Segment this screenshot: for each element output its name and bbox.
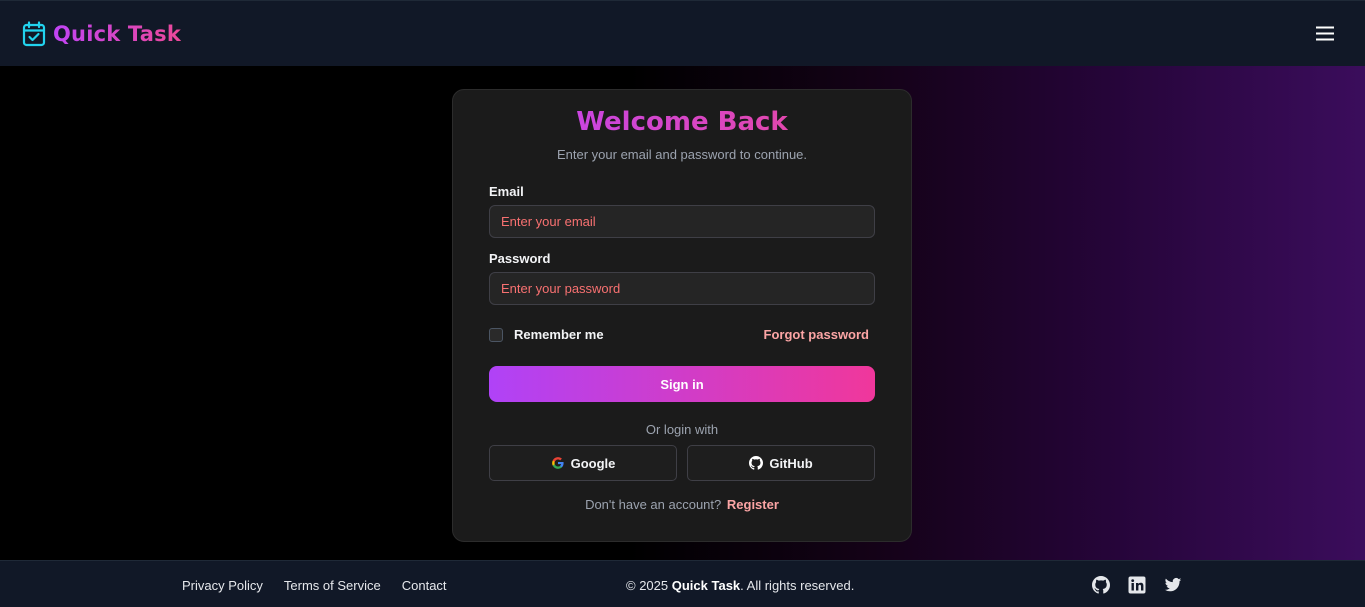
twitter-icon[interactable] — [1164, 576, 1182, 594]
email-field[interactable] — [489, 205, 875, 238]
no-account-text: Don't have an account? — [585, 497, 722, 512]
page-subtitle: Enter your email and password to continu… — [556, 147, 808, 162]
calendar-check-icon — [22, 20, 46, 46]
brand-name: Quick Task — [53, 21, 181, 46]
contact-link[interactable]: Contact — [402, 578, 447, 593]
google-login-button[interactable]: Google — [489, 445, 677, 481]
social-login: Google GitHub — [489, 445, 875, 481]
remember-checkbox[interactable] — [489, 327, 503, 342]
password-label: Password — [489, 251, 551, 266]
register-row: Don't have an account? Register — [489, 497, 875, 512]
login-card: Welcome Back Enter your email and passwo… — [452, 89, 912, 542]
top-navbar: Quick Task — [0, 0, 1365, 66]
page-title: Welcome Back — [489, 106, 875, 138]
forgot-password-link[interactable]: Forgot password — [764, 327, 869, 342]
hamburger-menu-icon[interactable] — [1313, 22, 1337, 46]
remember-row: Remember me Forgot password — [489, 327, 875, 342]
sign-in-button[interactable]: Sign in — [489, 366, 875, 402]
brand[interactable]: Quick Task — [22, 20, 181, 47]
password-field[interactable] — [489, 272, 875, 305]
github-icon[interactable] — [1092, 576, 1110, 594]
register-link[interactable]: Register — [727, 497, 779, 512]
linkedin-icon[interactable] — [1128, 576, 1146, 594]
email-label: Email — [489, 184, 524, 199]
remember-label: Remember me — [514, 327, 604, 342]
google-label: Google — [570, 455, 616, 471]
or-login-with: Or login with — [645, 422, 719, 437]
copyright-suffix: . All rights reserved. — [740, 578, 855, 593]
remember-me: Remember me — [489, 327, 604, 342]
main-content: Welcome Back Enter your email and passwo… — [0, 66, 1365, 560]
github-icon — [749, 456, 764, 470]
copyright-brand: Quick Task — [671, 578, 741, 593]
footer: Privacy Policy Terms of Service Contact … — [0, 560, 1365, 607]
footer-social-icons — [1092, 576, 1182, 594]
github-label: GitHub — [769, 455, 813, 471]
footer-links: Privacy Policy Terms of Service Contact — [182, 578, 447, 593]
terms-of-service-link[interactable]: Terms of Service — [284, 578, 381, 593]
privacy-policy-link[interactable]: Privacy Policy — [182, 578, 263, 593]
copyright-prefix: © 2025 — [626, 578, 669, 593]
copyright: © 2025 Quick Task. All rights reserved. — [626, 578, 854, 593]
github-login-button[interactable]: GitHub — [687, 445, 875, 481]
google-icon — [551, 457, 564, 469]
